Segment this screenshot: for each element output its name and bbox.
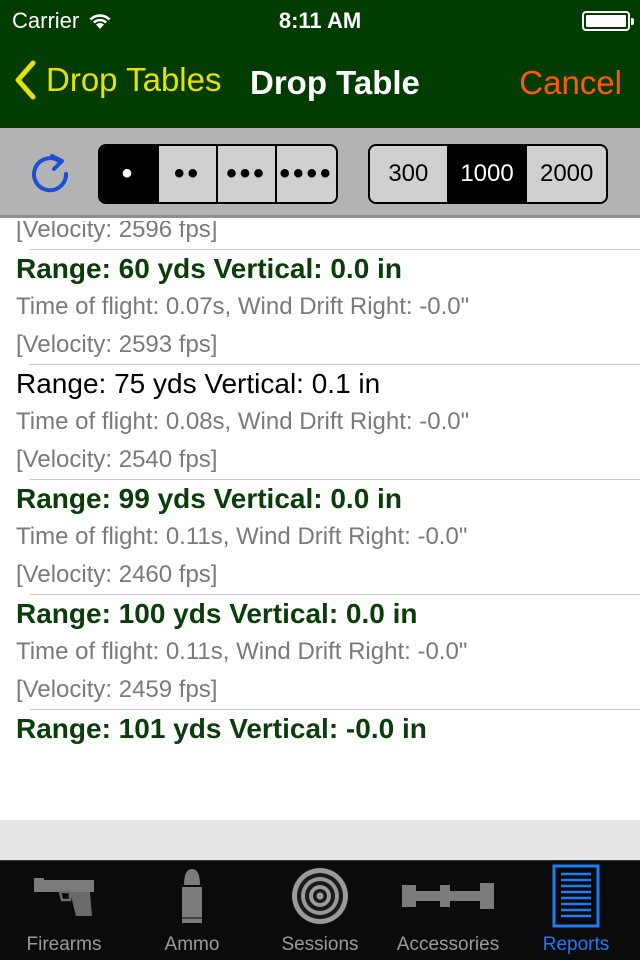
header: Carrier 8:11 AM Drop Tables Drop Table C… [0,0,640,128]
row-title: Range: 100 yds Vertical: 0.0 in [16,598,418,629]
tab-reports[interactable]: Reports [512,861,640,960]
status-bar: Carrier 8:11 AM [0,0,640,40]
navigation-bar: Drop Tables Drop Table Cancel [0,40,640,128]
velocity-text: [Velocity: 2593 fps] [16,331,218,358]
tab-label: Sessions [281,934,359,955]
row-title: Range: 75 yds Vertical: 0.1 in [16,368,381,399]
pistol-icon [34,878,94,916]
tab-accessories[interactable]: Accessories [384,861,512,960]
precision-segment-3[interactable]: ••• [218,146,278,202]
precision-segment-2[interactable]: •• [159,146,219,202]
range-segment-2000[interactable]: 2000 [527,146,606,202]
battery-icon [582,11,634,31]
toolbar: • •• ••• •••• 300 1000 2000 [0,128,640,218]
tab-label: Reports [542,934,610,955]
tab-bar: Firearms Ammo Sessions Accessories Repor… [0,860,640,960]
velocity-text: [Velocity: 2460 fps] [16,561,218,588]
tab-label: Accessories [396,934,500,955]
row-detail: Time of flight: 0.07s, Wind Drift Right:… [16,293,470,320]
velocity-text: [Velocity: 2596 fps] [16,221,218,243]
row-detail: Time of flight: 0.08s, Wind Drift Right:… [16,408,470,435]
table-row[interactable]: Range: 101 yds Vertical: -0.0 in [0,710,640,748]
cancel-button[interactable]: Cancel [519,64,622,102]
row-detail: Time of flight: 0.11s, Wind Drift Right:… [16,638,468,665]
precision-segment-1[interactable]: • [100,146,160,202]
refresh-icon[interactable] [28,152,72,196]
drop-table-list[interactable]: [Velocity: 2596 fps] Range: 60 yds Verti… [0,221,640,820]
table-row[interactable]: Range: 99 yds Vertical: 0.0 in Time of f… [0,480,640,594]
velocity-text: [Velocity: 2540 fps] [16,446,218,473]
chevron-left-icon [15,60,36,100]
back-label: Drop Tables [46,61,222,98]
range-segment-1000[interactable]: 1000 [448,146,528,202]
row-title: Range: 99 yds Vertical: 0.0 in [16,483,402,514]
table-row[interactable]: Range: 75 yds Vertical: 0.1 in Time of f… [0,365,640,479]
row-title: Range: 101 yds Vertical: -0.0 in [16,713,427,744]
tab-label: Ammo [164,934,220,955]
tab-label: Firearms [26,934,102,955]
precision-segment-4[interactable]: •••• [277,146,336,202]
target-icon [292,868,348,924]
velocity-text: [Velocity: 2459 fps] [16,676,218,703]
row-detail: Time of flight: 0.11s, Wind Drift Right:… [16,523,468,550]
range-segment-300[interactable]: 300 [370,146,449,202]
scope-icon [402,883,494,909]
precision-segmented-control: • •• ••• •••• [98,144,338,204]
tab-firearms[interactable]: Firearms [0,861,128,960]
back-button[interactable]: Drop Tables [14,60,222,100]
table-row[interactable]: Range: 60 yds Vertical: 0.0 in Time of f… [0,250,640,364]
table-row[interactable]: [Velocity: 2596 fps] [0,221,640,249]
table-row[interactable]: Range: 100 yds Vertical: 0.0 in Time of … [0,595,640,709]
tab-ammo[interactable]: Ammo [128,861,256,960]
range-segmented-control: 300 1000 2000 [368,144,608,204]
page-title: Drop Table [250,64,420,101]
row-title: Range: 60 yds Vertical: 0.0 in [16,253,402,284]
report-icon [552,864,600,928]
bullet-icon [182,869,202,923]
list-footer [0,820,640,860]
status-time: 8:11 AM [278,8,362,33]
tab-sessions[interactable]: Sessions [256,861,384,960]
